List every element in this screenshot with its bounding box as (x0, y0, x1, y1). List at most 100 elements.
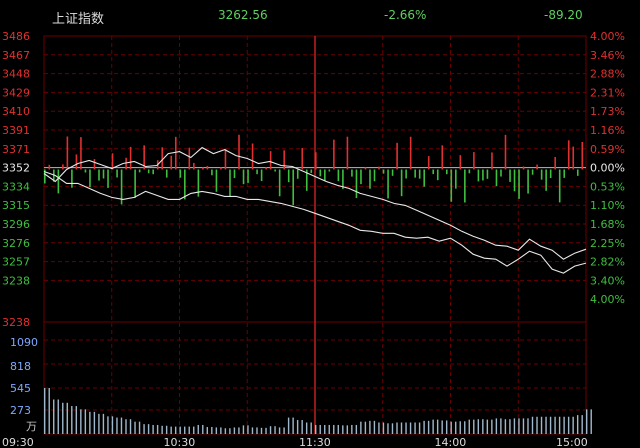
down-bar (540, 169, 543, 180)
down-bar (509, 169, 511, 182)
down-bar (107, 169, 109, 188)
down-bar (355, 169, 358, 199)
up-bar (111, 153, 114, 170)
volume-unit: 万 (26, 420, 37, 433)
volume-bar (455, 421, 457, 434)
price-tick: 3410 (2, 105, 30, 118)
down-bar (134, 169, 136, 198)
volume-bar (364, 421, 367, 434)
volume-tick: 818 (10, 360, 31, 373)
volume-bar (445, 420, 448, 434)
down-bar (165, 169, 168, 178)
volume-bar (62, 402, 64, 434)
volume-bar (549, 416, 552, 434)
volume-bar (265, 427, 267, 434)
volume-bar (355, 424, 358, 434)
volume-bar (206, 427, 208, 434)
down-bar (147, 169, 150, 174)
volume-bar (116, 417, 118, 434)
percent-tick: 4.00% (590, 30, 625, 43)
up-bar (364, 167, 367, 170)
up-bar (48, 164, 51, 170)
down-bar (247, 169, 249, 183)
price-tick: 3448 (2, 68, 30, 81)
up-bar (66, 136, 69, 170)
down-bar (477, 169, 480, 182)
down-bar (450, 169, 453, 202)
volume-bar (504, 419, 507, 434)
volume-bar (328, 424, 330, 434)
down-bar (260, 169, 263, 182)
volume-bar (400, 422, 403, 434)
volume-bar (89, 411, 91, 434)
down-bar (57, 169, 60, 194)
up-bar (346, 136, 349, 170)
down-bar (229, 169, 231, 197)
volume-bar (567, 416, 570, 434)
price-tick: 3257 (2, 256, 30, 269)
volume-bar (414, 422, 416, 434)
down-bar (545, 169, 547, 191)
volume-bar (71, 406, 73, 434)
down-bar (382, 169, 385, 174)
volume-bar (305, 422, 308, 434)
volume-bar (278, 427, 281, 434)
volume-bar (491, 419, 493, 434)
volume-bar (143, 424, 145, 434)
down-bar (256, 169, 258, 175)
volume-bar (405, 422, 407, 434)
volume-bar (441, 420, 443, 434)
percent-tick: 0.53% (590, 180, 625, 193)
down-bar (138, 169, 141, 173)
down-bar (414, 169, 416, 178)
up-bar (206, 165, 209, 170)
volume-bar (459, 421, 461, 434)
down-bar (500, 169, 502, 177)
down-bar (513, 169, 516, 192)
volume-bar (378, 422, 380, 434)
percent-tick: 1.68% (590, 218, 625, 231)
volume-bar (134, 421, 136, 434)
down-bar (436, 169, 439, 181)
down-bar (152, 169, 154, 175)
down-bar (563, 169, 566, 178)
volume-bar (540, 416, 543, 434)
volume-bar (558, 416, 561, 434)
volume-bar (513, 418, 516, 434)
price-tick: 3429 (2, 86, 30, 99)
down-bar (71, 169, 73, 188)
down-bar (233, 169, 236, 179)
up-bar (251, 143, 254, 170)
price-tick: 3276 (2, 237, 30, 250)
volume-tick: 545 (10, 382, 31, 395)
volume-bar (319, 424, 321, 434)
percent-tick: 3.46% (590, 49, 625, 62)
volume-bar (156, 424, 159, 434)
down-bar (179, 169, 182, 178)
volume-bar (482, 419, 484, 434)
up-bar (315, 152, 317, 170)
volume-bar (486, 419, 489, 434)
down-bar (211, 169, 213, 176)
volume-bar (247, 425, 249, 434)
volume-bar (418, 422, 421, 434)
volume-bar (256, 427, 258, 434)
volume-bar (283, 427, 285, 434)
volume-bar (274, 426, 276, 434)
down-bar (102, 169, 105, 179)
down-bar (319, 169, 322, 177)
volume-bar (409, 422, 412, 434)
volume-bar (337, 424, 339, 434)
down-bar (445, 169, 448, 175)
volume-bar (165, 425, 168, 434)
volume-bar (324, 424, 326, 434)
volume-bar (174, 426, 177, 434)
volume-bar (296, 420, 299, 434)
volume-bar (75, 406, 78, 434)
volume-bar (193, 426, 195, 434)
up-bar (238, 134, 240, 170)
down-bar (464, 169, 466, 203)
up-bar (581, 141, 584, 170)
down-bar (418, 169, 421, 179)
volume-bar (509, 419, 511, 434)
